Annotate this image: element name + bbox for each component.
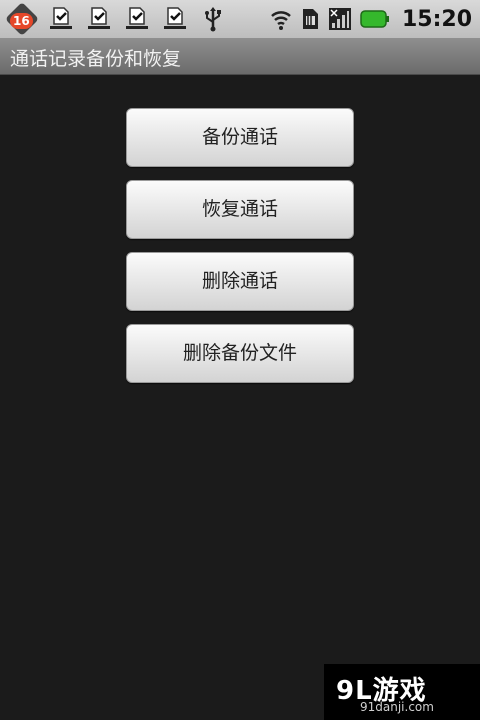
restore-calls-button[interactable]: 恢复通话 [126,180,354,239]
download-complete-icon [46,4,76,34]
button-list: 备份通话 恢复通话 删除通话 删除备份文件 [126,108,354,396]
battery-icon [360,9,390,29]
title-bar: 通话记录备份和恢复 [0,38,480,75]
watermark: 9L游戏 91danji.com [324,664,480,720]
screen: 16 15:20 通话记录备份和恢复 备份通话 恢复通话 删除通话 删除备份文件… [0,0,480,720]
notification-badge[interactable]: 16 [5,2,39,36]
backup-calls-button[interactable]: 备份通话 [126,108,354,167]
delete-backup-file-button[interactable]: 删除备份文件 [126,324,354,383]
clock-time: 15:20 [401,6,472,32]
delete-calls-button[interactable]: 删除通话 [126,252,354,311]
watermark-site: 91danji.com [360,700,434,714]
download-complete-icon [160,4,190,34]
notification-count: 16 [10,13,33,29]
wifi-icon [270,7,292,31]
status-bar: 16 15:20 [0,0,480,38]
status-right: 15:20 [262,0,472,38]
app-title: 通话记录备份和恢复 [10,48,182,70]
sim-icon [300,7,320,31]
signal-icon [328,7,352,31]
download-complete-icon [84,4,114,34]
usb-icon [198,4,228,34]
download-complete-icon [122,4,152,34]
